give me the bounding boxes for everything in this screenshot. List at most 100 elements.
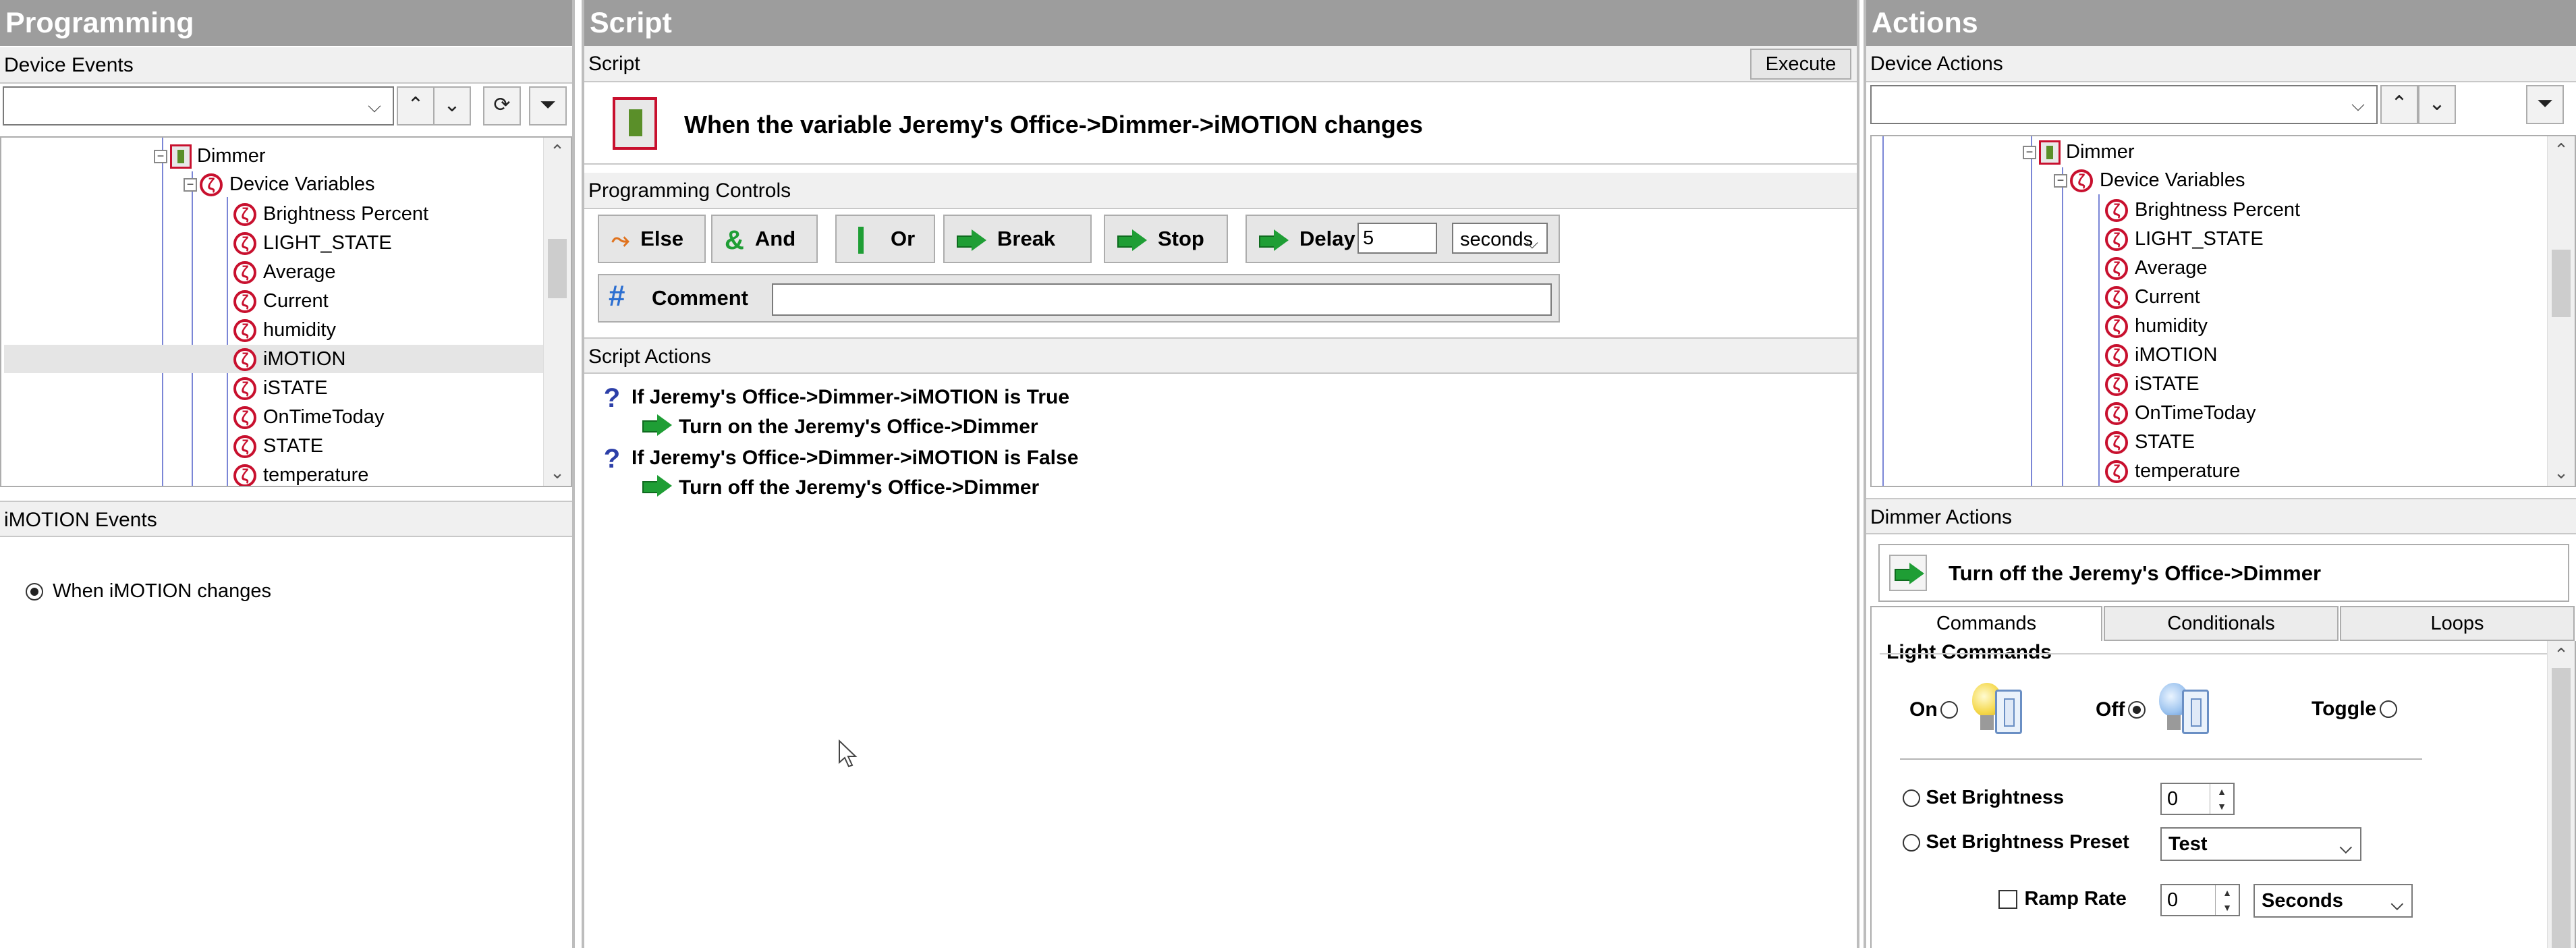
comment-input[interactable] (772, 283, 1552, 316)
off-radio[interactable] (2127, 701, 2146, 719)
ramp-rate-option[interactable]: Ramp Rate (1998, 888, 2127, 910)
off-option[interactable]: Off (2096, 681, 2213, 740)
tree-item-variable[interactable]: ζ OnTimeToday (2105, 399, 2256, 427)
ramp-rate-checkbox[interactable] (1998, 889, 2017, 909)
refresh-button[interactable]: ⟳ (483, 86, 521, 126)
tree-item-variable[interactable]: ζ iSTATE (233, 374, 328, 402)
scroll-thumb[interactable] (548, 239, 567, 298)
toggle-option[interactable]: Toggle (2312, 698, 2397, 721)
light-off-icon (2159, 681, 2213, 738)
scroll-up-icon[interactable]: ⌃ (2548, 136, 2575, 163)
spinner-icon[interactable]: ▲ ▼ (2210, 784, 2233, 814)
set-brightness-preset-radio[interactable] (1903, 833, 1920, 852)
tree-item-variable[interactable]: ζ Current (233, 287, 329, 315)
execute-button[interactable]: Execute (1750, 49, 1851, 80)
ramp-rate-input[interactable]: 0 ▲ ▼ (2160, 884, 2240, 916)
tree-item-variable[interactable]: ζ Current (2105, 283, 2200, 311)
device-actions-scrollbar[interactable]: ⌃ ⌄ (2547, 136, 2575, 486)
tree-item-variable[interactable]: ζ temperature (233, 461, 368, 486)
tree-item-variable[interactable]: ζ LIGHT_STATE (2105, 225, 2264, 253)
commands-scrollbar[interactable]: ⌃ (2547, 641, 2575, 948)
tab-commands[interactable]: Commands (1870, 606, 2102, 641)
variable-icon: ζ (2070, 169, 2093, 193)
tree-item-variable[interactable]: ζ Average (2105, 254, 2208, 282)
tree-item-variable[interactable]: ζ iMOTION (4, 345, 544, 373)
move-down-button[interactable]: ⌄ (2418, 85, 2456, 124)
break-button[interactable]: Break (943, 215, 1092, 263)
tree-item-device-variables[interactable]: − ζ Device Variables (184, 170, 374, 198)
tab-loops[interactable]: Loops (2340, 606, 2575, 641)
set-brightness-radio[interactable] (1903, 789, 1920, 807)
filter-button[interactable]: ⏷ (2526, 85, 2564, 124)
tree-item-variable[interactable]: ζ iMOTION (2105, 341, 2217, 369)
delay-value-input[interactable]: 5 (1357, 223, 1437, 254)
event-option-when-changes[interactable]: When iMOTION changes (26, 580, 271, 603)
collapse-icon[interactable]: − (2023, 146, 2036, 160)
tree-item-variable[interactable]: ζ OnTimeToday (233, 403, 384, 431)
variable-icon: ζ (233, 435, 256, 459)
move-up-button[interactable]: ⌃ (397, 86, 435, 126)
tab-conditionals[interactable]: Conditionals (2104, 606, 2339, 641)
script-action-1[interactable]: ? If Jeremy's Office->Dimmer->iMOTION is… (600, 383, 1069, 413)
tree-item-dimmer[interactable]: − Dimmer (154, 142, 266, 170)
tree-item-dimmer[interactable]: − Dimmer (2023, 138, 2135, 166)
programming-panel: Programming Device Events ⌵ ⌃ ⌄ ⟳ ⏷ − Dim… (0, 0, 575, 948)
tree-item-variable[interactable]: ζ STATE (233, 432, 323, 460)
script-action-4[interactable]: Turn off the Jeremy's Office->Dimmer (642, 475, 1039, 505)
tree-item-variable[interactable]: ζ humidity (2105, 312, 2208, 340)
script-action-3[interactable]: ? If Jeremy's Office->Dimmer->iMOTION is… (600, 444, 1079, 474)
move-up-button[interactable]: ⌃ (2380, 85, 2418, 124)
move-down-button[interactable]: ⌄ (433, 86, 471, 126)
filter-button[interactable]: ⏷ (529, 86, 567, 126)
tree-item-variable[interactable]: ζ iSTATE (2105, 370, 2200, 398)
tree-item-device-variables[interactable]: − ζ Device Variables (2054, 166, 2245, 194)
variable-icon: ζ (2105, 460, 2128, 484)
stop-button[interactable]: Stop (1104, 215, 1228, 263)
device-events-scrollbar[interactable]: ⌃ ⌄ (543, 138, 571, 486)
scroll-down-icon[interactable]: ⌄ (544, 459, 571, 486)
event-radio[interactable] (26, 583, 43, 601)
scroll-down-icon[interactable]: ⌄ (2548, 459, 2575, 486)
else-button[interactable]: ⤳ Else (598, 215, 706, 263)
variable-icon: ζ (233, 406, 256, 430)
set-brightness-preset-option[interactable]: Set Brightness Preset (1903, 831, 2129, 854)
spinner-icon[interactable]: ▲ ▼ (2215, 885, 2239, 915)
comment-row: # Comment (598, 274, 1560, 323)
device-events-combo[interactable]: ⌵ (3, 86, 394, 126)
collapse-icon[interactable]: − (184, 178, 197, 192)
light-commands-label: Light Commands (1884, 641, 2054, 664)
collapse-icon[interactable]: − (154, 150, 167, 164)
script-action-2[interactable]: Turn on the Jeremy's Office->Dimmer (642, 414, 1038, 444)
delay-unit-select[interactable]: seconds ⌵ (1452, 223, 1548, 254)
script-actions-label: Script Actions (584, 337, 1857, 374)
and-button[interactable]: & And (711, 215, 818, 263)
collapse-icon[interactable]: − (2054, 174, 2067, 188)
scroll-thumb[interactable] (2552, 250, 2571, 317)
scroll-up-icon[interactable]: ⌃ (544, 138, 571, 165)
script-panel: Script Script Execute When the variable … (582, 0, 1859, 948)
tree-item-variable[interactable]: ζ Average (233, 258, 336, 286)
device-actions-tree[interactable]: − Dimmer − ζ Device Variables ζ Brightness P… (1870, 135, 2576, 487)
tree-item-variable[interactable]: ζ temperature (2105, 457, 2240, 485)
ramp-rate-unit-select[interactable]: Seconds ⌵ (2253, 884, 2413, 918)
brightness-preset-select[interactable]: Test ⌵ (2160, 827, 2361, 861)
on-radio[interactable] (1940, 701, 1959, 719)
scroll-thumb[interactable] (2552, 668, 2571, 948)
tree-item-variable[interactable]: ζ Brightness Percent (2105, 196, 2300, 224)
device-events-tree[interactable]: − Dimmer − ζ Device Variables ζ Brightness P… (0, 136, 572, 487)
scroll-up-icon[interactable]: ⌃ (2548, 641, 2575, 668)
current-action-text: Turn off the Jeremy's Office->Dimmer (1949, 561, 2322, 585)
dimmer-actions-label: Dimmer Actions (1866, 498, 2576, 534)
device-actions-combo[interactable]: ⌵ (1870, 85, 2378, 124)
toggle-radio[interactable] (2379, 700, 2397, 718)
tree-item-variable[interactable]: ζ STATE (2105, 428, 2195, 456)
set-brightness-option[interactable]: Set Brightness (1903, 787, 2064, 809)
tree-item-variable[interactable]: ζ LIGHT_STATE (233, 229, 392, 257)
set-brightness-input[interactable]: 0 ▲ ▼ (2160, 783, 2235, 815)
or-button[interactable]: Or (835, 215, 935, 263)
on-option[interactable]: On (1909, 681, 2026, 740)
tree-item-variable[interactable]: ζ Brightness Percent (233, 200, 428, 228)
actions-header: Actions (1866, 0, 2576, 46)
current-action-row[interactable]: Turn off the Jeremy's Office->Dimmer (1878, 544, 2569, 602)
tree-item-variable[interactable]: ζ humidity (233, 316, 336, 344)
